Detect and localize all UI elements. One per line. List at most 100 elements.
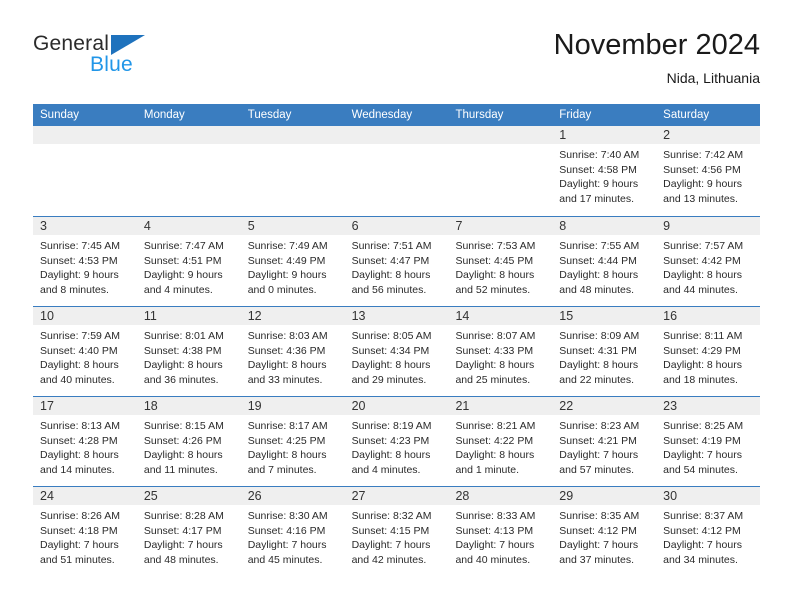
day-cell[interactable]: 11 Sunrise: 8:01 AM Sunset: 4:38 PM Dayligh…: [136, 307, 241, 396]
daylight-duration-line2: and 14 minutes.: [40, 463, 115, 476]
day-cell[interactable]: 7 Sunrise: 7:53 AM Sunset: 4:45 PM Daylight…: [448, 217, 553, 306]
sunset-time: Sunset: 4:16 PM: [247, 524, 326, 537]
day-cell[interactable]: 27 Sunrise: 8:32 AM Sunset: 4:15 PM Dayligh…: [344, 487, 449, 576]
day-number: 18: [143, 399, 158, 413]
sunrise-time: Sunrise: 7:45 AM: [40, 240, 120, 252]
day-cell[interactable]: 19 Sunrise: 8:17 AM Sunset: 4:25 PM Dayligh…: [240, 397, 345, 486]
day-number-band: 14: [448, 307, 553, 325]
daylight-duration-line2: and 48 minutes.: [143, 553, 219, 566]
day-cell[interactable]: 22 Sunrise: 8:23 AM Sunset: 4:21 PM Dayligh…: [552, 397, 657, 486]
day-cell-empty: [240, 126, 345, 216]
day-cell[interactable]: 29 Sunrise: 8:35 AM Sunset: 4:12 PM Dayligh…: [552, 487, 657, 576]
sunrise-time: Sunrise: 8:37 AM: [663, 510, 744, 522]
daylight-duration-line1: Daylight: 8 hours: [559, 269, 639, 282]
calendar-grid: Sunday Monday Tuesday Wednesday Thursday…: [33, 104, 761, 576]
sunset-time: Sunset: 4:18 PM: [40, 524, 118, 537]
sunrise-time: Sunrise: 8:07 AM: [455, 330, 536, 342]
day-cell[interactable]: 5 Sunrise: 7:49 AM Sunset: 4:49 PM Daylight…: [240, 217, 345, 306]
day-cell[interactable]: 2 Sunrise: 7:42 AM Sunset: 4:56 PM Daylight…: [656, 126, 761, 216]
sunset-time: Sunset: 4:26 PM: [143, 434, 222, 447]
day-number: 8: [559, 219, 567, 233]
sunset-time: Sunset: 4:44 PM: [559, 254, 637, 267]
day-number-band: 18: [136, 397, 241, 415]
day-number-band: 12: [240, 307, 345, 325]
day-cell[interactable]: 18 Sunrise: 8:15 AM Sunset: 4:26 PM Dayligh…: [136, 397, 241, 486]
day-cell[interactable]: 12 Sunrise: 8:03 AM Sunset: 4:36 PM Dayligh…: [240, 307, 345, 396]
day-number-band: 16: [656, 307, 761, 325]
day-cell[interactable]: 17 Sunrise: 8:13 AM Sunset: 4:28 PM Dayligh…: [33, 397, 137, 486]
day-details: Sunrise: 8:03 AM Sunset: 4:36 PM Daylight:…: [241, 325, 345, 387]
weekday-thursday: Thursday: [455, 109, 504, 121]
day-cell[interactable]: 10 Sunrise: 7:59 AM Sunset: 4:40 PM Dayligh…: [33, 307, 137, 396]
daylight-duration-line2: and 42 minutes.: [351, 553, 427, 566]
sunrise-time: Sunrise: 8:11 AM: [663, 330, 743, 342]
day-details: Sunrise: 8:30 AM Sunset: 4:16 PM Daylight:…: [241, 505, 345, 567]
day-cell[interactable]: 24 Sunrise: 8:26 AM Sunset: 4:18 PM Dayligh…: [33, 487, 137, 576]
day-details: Sunrise: 8:17 AM Sunset: 4:25 PM Daylight:…: [241, 415, 345, 477]
daylight-duration-line2: and 36 minutes.: [143, 373, 219, 386]
sunrise-time: Sunrise: 8:32 AM: [351, 510, 432, 522]
day-number: 1: [559, 128, 567, 142]
sunset-time: Sunset: 4:40 PM: [40, 344, 118, 357]
day-cell[interactable]: 16 Sunrise: 8:11 AM Sunset: 4:29 PM Dayligh…: [656, 307, 761, 396]
day-cell[interactable]: 23 Sunrise: 8:25 AM Sunset: 4:19 PM Dayligh…: [656, 397, 761, 486]
brand-logo[interactable]: General Blue: [33, 32, 213, 88]
day-details: Sunrise: 8:07 AM Sunset: 4:33 PM Daylight:…: [448, 325, 552, 387]
day-number: 13: [351, 309, 366, 323]
day-cell[interactable]: 14 Sunrise: 8:07 AM Sunset: 4:33 PM Dayligh…: [448, 307, 553, 396]
day-number-band: 21: [448, 397, 553, 415]
day-cell[interactable]: 25 Sunrise: 8:28 AM Sunset: 4:17 PM Dayligh…: [136, 487, 241, 576]
day-number-band: 3: [33, 217, 137, 235]
day-cell[interactable]: 30 Sunrise: 8:37 AM Sunset: 4:12 PM Dayligh…: [656, 487, 761, 576]
day-number-band: 28: [448, 487, 553, 505]
day-number: 29: [559, 489, 574, 503]
daylight-duration-line1: Daylight: 7 hours: [455, 539, 535, 552]
day-details: Sunrise: 8:23 AM Sunset: 4:21 PM Daylight:…: [552, 415, 656, 477]
brand-triangle-icon: [111, 35, 145, 55]
day-number-band: [33, 126, 137, 144]
sunset-time: Sunset: 4:53 PM: [40, 254, 118, 267]
sunset-time: Sunset: 4:15 PM: [351, 524, 430, 537]
sunset-time: Sunset: 4:25 PM: [247, 434, 326, 447]
day-number: 25: [143, 489, 158, 503]
day-number: 23: [663, 399, 678, 413]
day-cell[interactable]: 9 Sunrise: 7:57 AM Sunset: 4:42 PM Daylight…: [656, 217, 761, 306]
day-number-band: 6: [344, 217, 449, 235]
day-details: Sunrise: 7:59 AM Sunset: 4:40 PM Daylight:…: [33, 325, 137, 387]
day-cell[interactable]: 15 Sunrise: 8:09 AM Sunset: 4:31 PM Dayligh…: [552, 307, 657, 396]
sunrise-time: Sunrise: 8:03 AM: [247, 330, 328, 342]
day-number-band: 5: [240, 217, 345, 235]
sunrise-time: Sunrise: 8:09 AM: [559, 330, 640, 342]
day-number: 16: [663, 309, 678, 323]
daylight-duration-line1: Daylight: 8 hours: [40, 449, 119, 462]
daylight-duration-line1: Daylight: 7 hours: [559, 539, 639, 552]
day-cell[interactable]: 3 Sunrise: 7:45 AM Sunset: 4:53 PM Daylight…: [33, 217, 137, 306]
sunrise-time: Sunrise: 7:40 AM: [559, 149, 640, 161]
sunrise-time: Sunrise: 7:42 AM: [663, 149, 744, 161]
day-cell[interactable]: 6 Sunrise: 7:51 AM Sunset: 4:47 PM Daylight…: [344, 217, 449, 306]
day-cell[interactable]: 1 Sunrise: 7:40 AM Sunset: 4:58 PM Daylight…: [552, 126, 657, 216]
calendar-week-row: 10 Sunrise: 7:59 AM Sunset: 4:40 PM Dayligh…: [33, 306, 761, 396]
day-cell[interactable]: 8 Sunrise: 7:55 AM Sunset: 4:44 PM Daylight…: [552, 217, 657, 306]
daylight-duration-line1: Daylight: 9 hours: [40, 269, 119, 282]
brand-name-blue: Blue: [90, 53, 133, 76]
day-details: Sunrise: 7:40 AM Sunset: 4:58 PM Daylight:…: [552, 144, 656, 206]
sunset-time: Sunset: 4:49 PM: [247, 254, 326, 267]
sunrise-time: Sunrise: 8:25 AM: [663, 420, 744, 432]
location-subtitle: Nida, Lithuania: [666, 70, 760, 86]
daylight-duration-line2: and 33 minutes.: [247, 373, 323, 386]
sunrise-time: Sunrise: 7:47 AM: [143, 240, 224, 252]
title-block: November 2024 Nida, Lithuania: [554, 28, 760, 88]
day-details: Sunrise: 7:53 AM Sunset: 4:45 PM Daylight:…: [448, 235, 552, 297]
day-cell[interactable]: 4 Sunrise: 7:47 AM Sunset: 4:51 PM Daylight…: [136, 217, 241, 306]
day-cell[interactable]: 28 Sunrise: 8:33 AM Sunset: 4:13 PM Dayligh…: [448, 487, 553, 576]
daylight-duration-line2: and 45 minutes.: [247, 553, 323, 566]
day-cell[interactable]: 26 Sunrise: 8:30 AM Sunset: 4:16 PM Dayligh…: [240, 487, 345, 576]
day-cell[interactable]: 13 Sunrise: 8:05 AM Sunset: 4:34 PM Dayligh…: [344, 307, 449, 396]
day-number-band: [344, 126, 449, 144]
weekday-tuesday: Tuesday: [247, 109, 292, 121]
day-cell-empty: [136, 126, 241, 216]
day-cell[interactable]: 20 Sunrise: 8:19 AM Sunset: 4:23 PM Dayligh…: [344, 397, 449, 486]
day-cell[interactable]: 21 Sunrise: 8:21 AM Sunset: 4:22 PM Dayligh…: [448, 397, 553, 486]
day-number: 28: [455, 489, 470, 503]
